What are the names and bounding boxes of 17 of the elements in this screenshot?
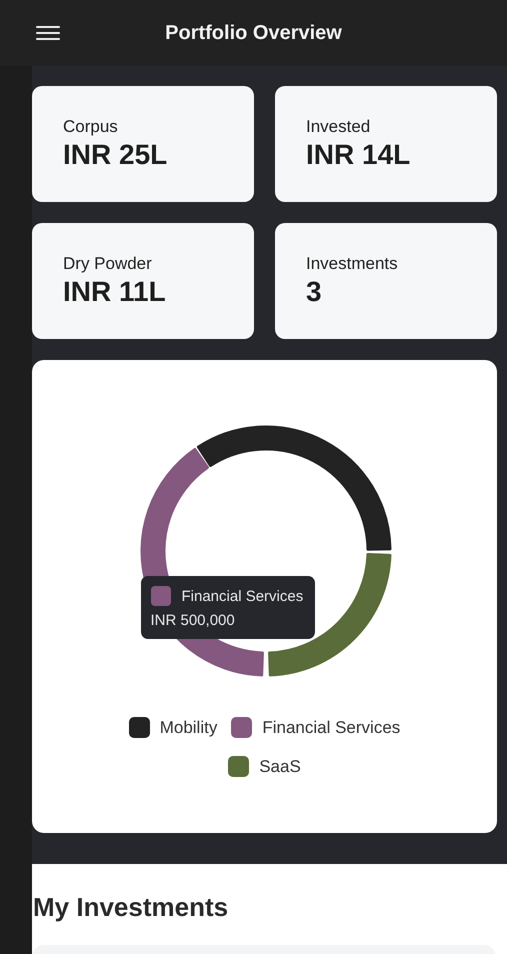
- stat-value: INR 11L: [63, 276, 166, 308]
- stat-label: Investments: [306, 254, 398, 274]
- stat-label: Invested: [306, 117, 370, 137]
- stat-value: 3: [306, 276, 322, 308]
- legend-label[interactable]: Financial Services: [262, 718, 400, 738]
- legend-label[interactable]: Mobility: [160, 718, 218, 738]
- stat-value: INR 14L: [306, 139, 410, 171]
- section-heading: My Investments: [33, 892, 228, 923]
- legend-label[interactable]: SaaS: [259, 756, 301, 776]
- page-title: Portfolio Overview: [165, 22, 342, 44]
- tooltip-value: INR 500,000: [150, 612, 236, 629]
- menu-icon[interactable]: [36, 25, 60, 41]
- donut-segment[interactable]: [196, 426, 391, 551]
- stat-label: Dry Powder: [63, 254, 152, 274]
- stat-value: INR 25L: [63, 139, 168, 171]
- tooltip-label: Financial Services: [182, 588, 304, 604]
- stat-label: Corpus: [63, 117, 118, 137]
